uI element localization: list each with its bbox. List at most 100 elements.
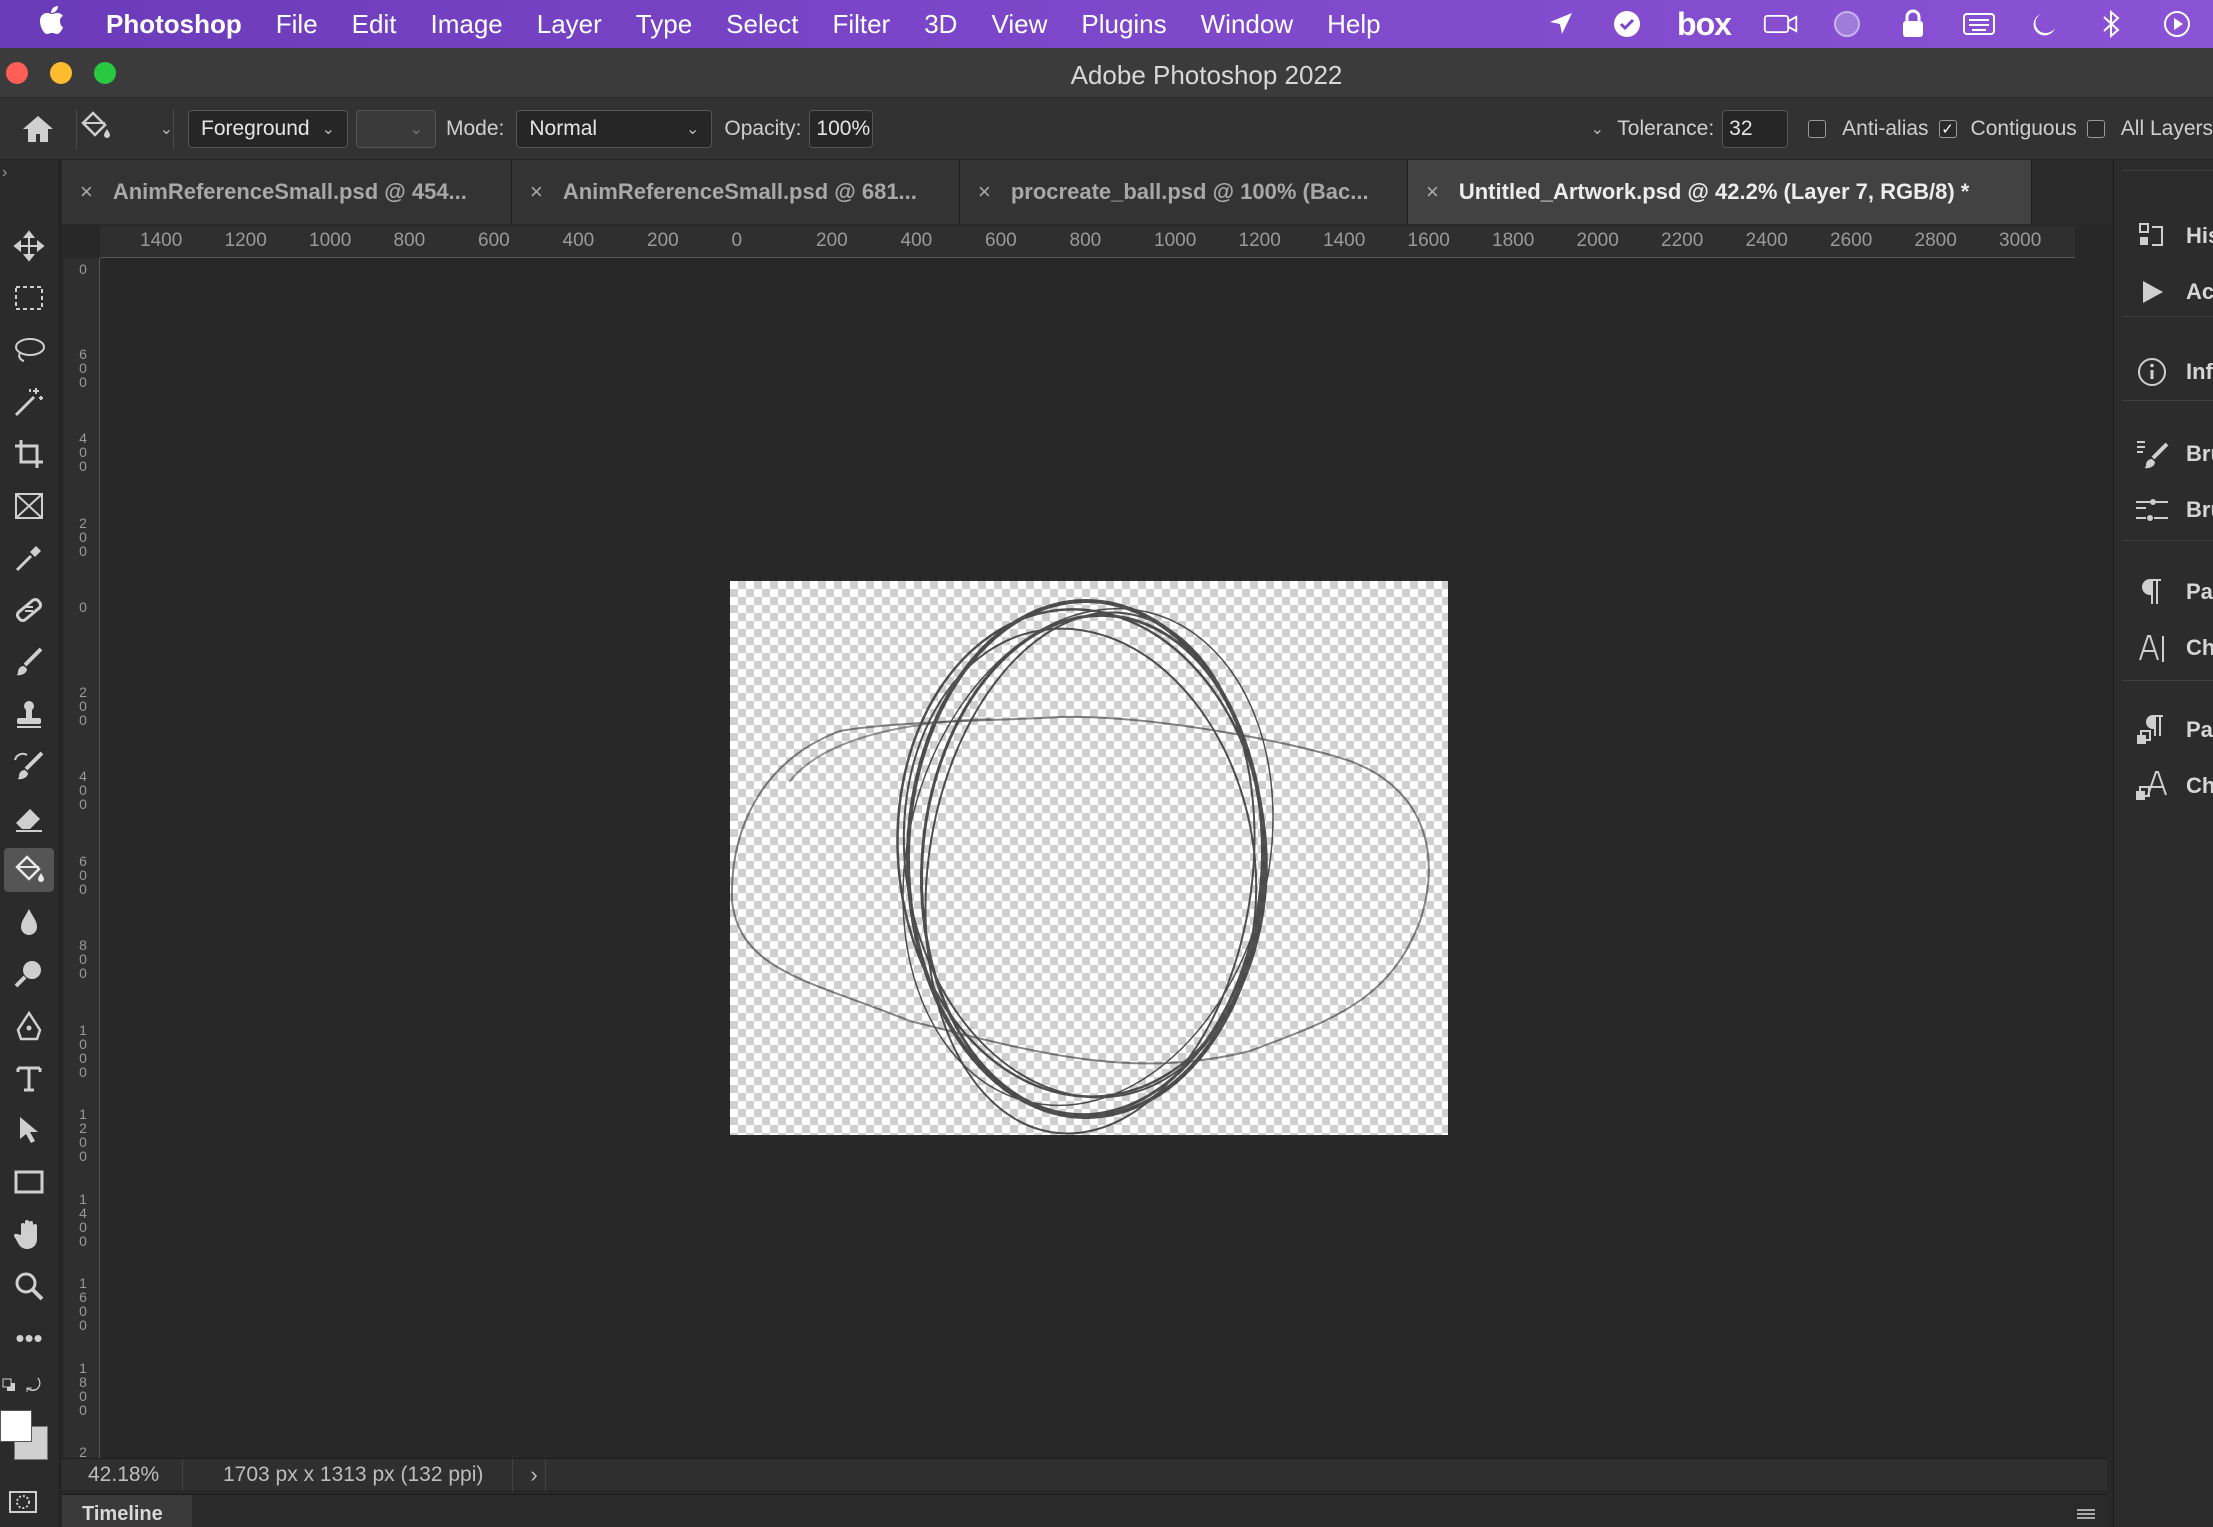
contiguous-checkbox[interactable]: ✓ bbox=[1938, 119, 1957, 138]
brush-settings-panel-button[interactable]: Bru bbox=[2134, 434, 2213, 474]
pen-tool-icon[interactable] bbox=[4, 1004, 54, 1048]
rectangle-tool-icon[interactable] bbox=[4, 1160, 54, 1204]
swap-colors-icon[interactable]: ⤾ bbox=[26, 1376, 41, 1397]
canvas-area[interactable] bbox=[100, 259, 2075, 1457]
document-info: 1703 px x 1313 px (132 ppi) bbox=[182, 1458, 512, 1491]
paragraph-styles-panel-button[interactable]: Pa bbox=[2134, 710, 2213, 750]
document-tab-bar: × AnimReferenceSmall.psd @ 454... × Anim… bbox=[62, 160, 2112, 224]
path-selection-tool-icon[interactable] bbox=[4, 1108, 54, 1152]
info-panel-button[interactable]: Inf bbox=[2134, 352, 2213, 392]
menu-view[interactable]: View bbox=[974, 9, 1064, 40]
paint-bucket-tool-icon[interactable] bbox=[4, 848, 54, 892]
zoom-tool-icon[interactable] bbox=[4, 1264, 54, 1308]
checkmark-badge-icon[interactable] bbox=[1609, 9, 1645, 39]
eyedropper-tool-icon[interactable] bbox=[4, 536, 54, 580]
document-tab[interactable]: × AnimReferenceSmall.psd @ 681... bbox=[512, 160, 960, 224]
location-icon[interactable] bbox=[1543, 9, 1579, 39]
panel-menu-icon[interactable] bbox=[2075, 1507, 2097, 1526]
menu-image[interactable]: Image bbox=[413, 9, 519, 40]
close-tab-icon[interactable]: × bbox=[978, 179, 991, 205]
brush-tool-icon[interactable] bbox=[4, 640, 54, 684]
blur-tool-icon[interactable] bbox=[4, 900, 54, 944]
character-styles-panel-button[interactable]: Ch bbox=[2134, 766, 2213, 806]
history-brush-tool-icon[interactable] bbox=[4, 744, 54, 788]
eraser-tool-icon[interactable] bbox=[4, 796, 54, 840]
actions-panel-button[interactable]: Ac bbox=[2134, 272, 2213, 312]
mode-select[interactable]: Normal ⌄ bbox=[516, 109, 713, 148]
character-panel-button[interactable]: Ch bbox=[2134, 628, 2213, 668]
ruler-tick-label: 600 bbox=[478, 230, 510, 251]
all-layers-label: All Layers bbox=[2120, 116, 2213, 140]
anti-alias-checkbox[interactable] bbox=[1808, 119, 1827, 138]
dodge-tool-icon[interactable] bbox=[4, 952, 54, 996]
pattern-picker[interactable]: ⌄ bbox=[356, 109, 436, 148]
magic-wand-tool-icon[interactable] bbox=[4, 380, 54, 424]
all-layers-checkbox[interactable] bbox=[2086, 119, 2105, 138]
video-camera-icon[interactable] bbox=[1763, 9, 1799, 39]
quick-mask-icon[interactable] bbox=[8, 1490, 38, 1519]
ruler-tick-label: 400 bbox=[900, 230, 933, 251]
menu-file[interactable]: File bbox=[259, 9, 335, 40]
menu-help[interactable]: Help bbox=[1310, 9, 1397, 40]
document-canvas[interactable] bbox=[730, 581, 1448, 1135]
globe-icon[interactable] bbox=[1829, 9, 1865, 39]
menu-edit[interactable]: Edit bbox=[335, 9, 414, 40]
marquee-tool-icon[interactable] bbox=[4, 276, 54, 320]
status-menu-arrow-icon[interactable]: › bbox=[512, 1458, 546, 1491]
panel-label: Bru bbox=[2186, 441, 2213, 466]
document-tab-active[interactable]: × Untitled_Artwork.psd @ 42.2% (Layer 7,… bbox=[1408, 160, 2032, 224]
ruler-tick-label: 2800 bbox=[1914, 230, 1957, 251]
apple-menu-icon[interactable] bbox=[22, 5, 82, 43]
home-icon[interactable] bbox=[0, 113, 76, 145]
hand-tool-icon[interactable] bbox=[4, 1212, 54, 1256]
timeline-tab[interactable]: Timeline bbox=[62, 1495, 192, 1527]
menu-3d[interactable]: 3D bbox=[907, 9, 974, 40]
clone-stamp-tool-icon[interactable] bbox=[4, 692, 54, 736]
lock-icon[interactable] bbox=[1895, 9, 1931, 39]
zoom-level-field[interactable]: 42.18% bbox=[62, 1463, 182, 1487]
ruler-tick-label: 600 bbox=[985, 230, 1017, 251]
history-panel-button[interactable]: His bbox=[2134, 216, 2213, 256]
foreground-color-swatch[interactable] bbox=[0, 1410, 32, 1442]
timeline-panel: Timeline bbox=[62, 1494, 2107, 1527]
menu-window[interactable]: Window bbox=[1184, 9, 1310, 40]
tolerance-input[interactable]: 32 bbox=[1722, 109, 1789, 148]
move-tool-icon[interactable] bbox=[4, 224, 54, 268]
crop-tool-icon[interactable] bbox=[4, 432, 54, 476]
bluetooth-icon[interactable] bbox=[2093, 9, 2129, 39]
close-tab-icon[interactable]: × bbox=[80, 179, 93, 205]
brushes-panel-button[interactable]: Bru bbox=[2134, 490, 2213, 530]
moon-icon[interactable] bbox=[2027, 9, 2063, 39]
tolerance-value: 32 bbox=[1729, 116, 1753, 140]
menu-select[interactable]: Select bbox=[709, 9, 815, 40]
more-tools-icon[interactable]: ••• bbox=[4, 1316, 54, 1360]
menu-photoshop[interactable]: Photoshop bbox=[82, 9, 259, 40]
keyboard-icon[interactable] bbox=[1961, 9, 1997, 39]
collapse-toolbar-icon[interactable]: › bbox=[2, 164, 7, 182]
menu-type[interactable]: Type bbox=[619, 9, 709, 40]
close-tab-icon[interactable]: × bbox=[1426, 179, 1439, 205]
healing-brush-tool-icon[interactable] bbox=[4, 588, 54, 632]
paragraph-panel-button[interactable]: Pa bbox=[2134, 572, 2213, 612]
close-tab-icon[interactable]: × bbox=[530, 179, 543, 205]
paint-bucket-preset-picker[interactable]: ⌄ bbox=[77, 109, 173, 149]
frame-tool-icon[interactable] bbox=[4, 484, 54, 528]
default-colors-icon[interactable] bbox=[2, 1378, 16, 1392]
opacity-label: Opacity: bbox=[724, 116, 802, 140]
type-tool-icon[interactable] bbox=[4, 1056, 54, 1100]
box-icon[interactable]: box bbox=[1675, 6, 1733, 42]
menu-plugins[interactable]: Plugins bbox=[1064, 9, 1183, 40]
opacity-slider-toggle[interactable]: ⌄ bbox=[1577, 119, 1607, 139]
vertical-ruler: 0600400200020040060080010001200140016001… bbox=[64, 258, 100, 1458]
panel-divider bbox=[2122, 680, 2213, 681]
document-tab[interactable]: × procreate_ball.psd @ 100% (Bac... bbox=[960, 160, 1408, 224]
fill-source-select[interactable]: Foreground ⌄ bbox=[188, 109, 348, 148]
opacity-input[interactable]: 100% bbox=[809, 109, 874, 148]
menu-filter[interactable]: Filter bbox=[815, 9, 907, 40]
ruler-tick-label: 3000 bbox=[1999, 230, 2042, 251]
menu-layer[interactable]: Layer bbox=[520, 9, 619, 40]
lasso-tool-icon[interactable] bbox=[4, 328, 54, 372]
document-tab[interactable]: × AnimReferenceSmall.psd @ 454... bbox=[62, 160, 512, 224]
ruler-tick-label: 1200 bbox=[224, 230, 267, 251]
play-icon[interactable] bbox=[2159, 9, 2195, 39]
